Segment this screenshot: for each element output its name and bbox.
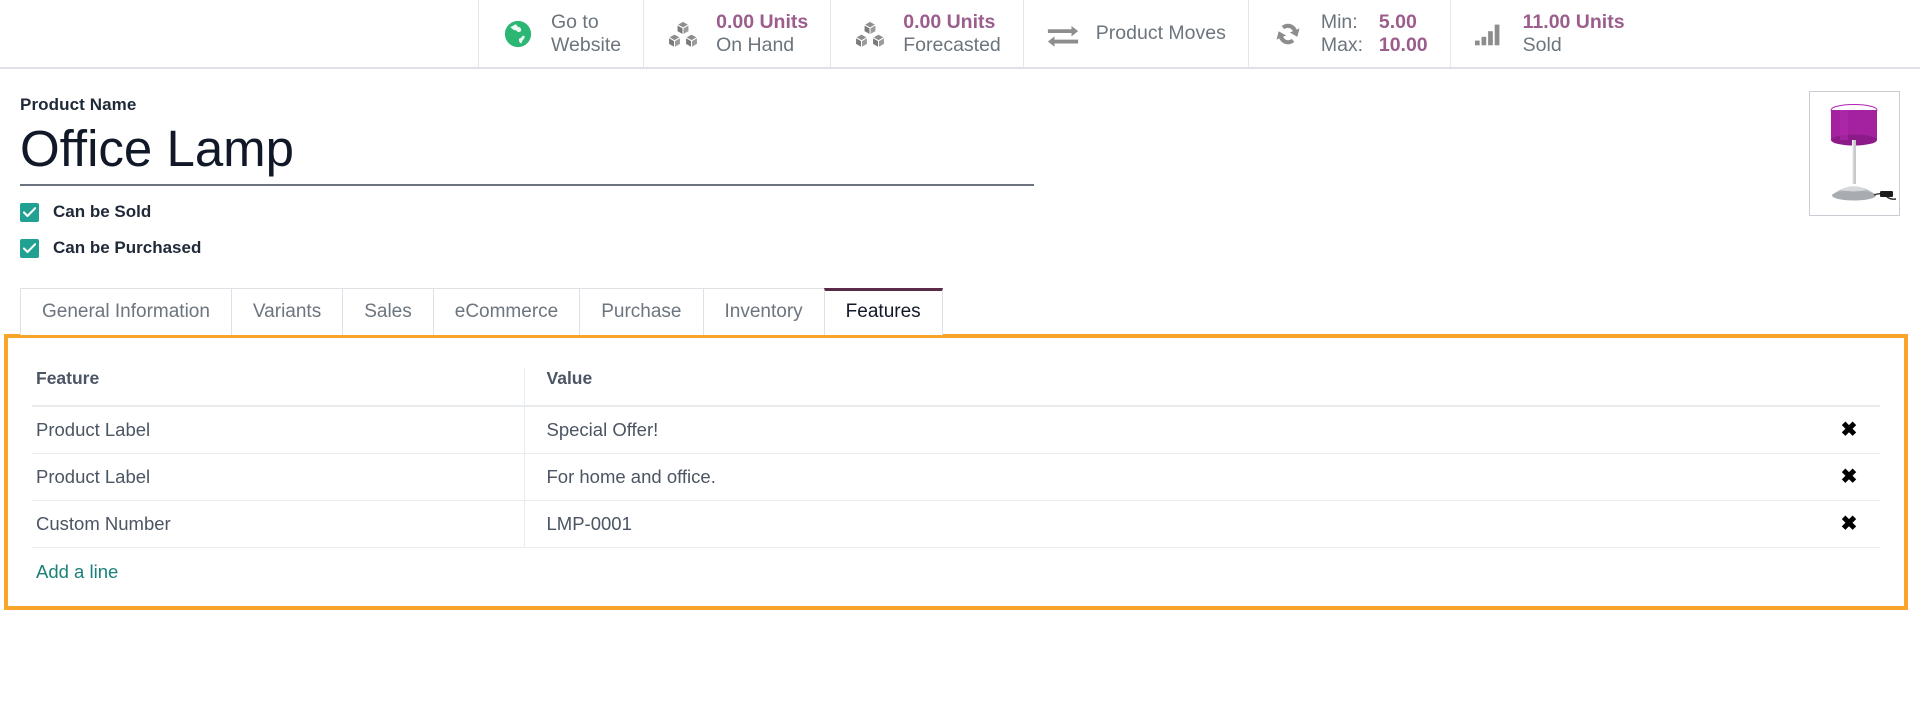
cell-value[interactable]: Special Offer! xyxy=(524,406,1820,455)
stat-button-text: Product Moves xyxy=(1096,22,1226,45)
min-label: Min: xyxy=(1320,10,1358,33)
globe-icon xyxy=(501,17,535,51)
stat-button-forecasted[interactable]: 0.00 Units Forecasted xyxy=(830,0,1023,67)
cell-feature[interactable]: Product Label xyxy=(32,406,525,455)
stat-button-text: Go to Website xyxy=(551,11,621,57)
tab-variants[interactable]: Variants xyxy=(230,288,344,336)
stat-button-units-sold[interactable]: 11.00 Units Sold xyxy=(1449,0,1647,67)
stat-label: On Hand xyxy=(716,33,795,56)
refresh-icon xyxy=(1271,17,1305,51)
stat-button-text: 0.00 Units On Hand xyxy=(716,11,808,57)
form-tabs: General Information Variants Sales eComm… xyxy=(20,288,1900,336)
stat-button-go-to-website[interactable]: Go to Website xyxy=(478,0,644,67)
cell-value[interactable]: For home and office. xyxy=(524,453,1820,502)
product-image[interactable] xyxy=(1809,91,1900,216)
statbar-spacer xyxy=(0,0,478,67)
stat-button-on-hand[interactable]: 0.00 Units On Hand xyxy=(643,0,831,67)
min-row: Min: 5.00 xyxy=(1321,11,1428,34)
features-table: Feature Value Product Label Special Offe… xyxy=(32,368,1880,549)
product-name-label: Product Name xyxy=(20,95,137,114)
delete-row-icon[interactable]: ✖ xyxy=(1841,467,1858,487)
purple-table-lamp-icon xyxy=(1830,104,1897,201)
cell-actions: ✖ xyxy=(1820,406,1880,455)
tab-sales[interactable]: Sales xyxy=(342,288,434,336)
cell-actions: ✖ xyxy=(1820,500,1880,549)
tab-features[interactable]: Features xyxy=(823,288,943,336)
product-name-input[interactable]: Office Lamp xyxy=(20,119,1034,187)
can-be-purchased-row[interactable]: Can be Purchased xyxy=(20,238,1900,258)
stat-line-1: Go to xyxy=(551,10,599,33)
min-max-values: Min: 5.00 Max: 10.00 xyxy=(1321,11,1428,57)
column-header-actions xyxy=(1820,368,1880,408)
boxes-icon xyxy=(666,17,700,51)
stat-label: Sold xyxy=(1522,33,1562,56)
check-icon xyxy=(23,206,36,217)
can-be-sold-label: Can be Sold xyxy=(53,202,152,222)
features-panel-inner: Feature Value Product Label Special Offe… xyxy=(8,338,1904,583)
bar-chart-icon xyxy=(1473,17,1507,51)
stat-value: 0.00 Units xyxy=(903,10,996,33)
exchange-arrows-icon xyxy=(1046,17,1080,51)
product-form-sheet: Product Name Office Lamp Can be Sold Can… xyxy=(0,69,1920,336)
can-be-purchased-checkbox[interactable] xyxy=(20,238,39,258)
stat-button-text: 11.00 Units Sold xyxy=(1523,11,1625,57)
table-row[interactable]: Custom Number LMP-0001 ✖ xyxy=(32,500,1880,549)
max-label: Max: xyxy=(1320,33,1364,56)
delete-row-icon[interactable]: ✖ xyxy=(1841,420,1858,440)
tab-inventory[interactable]: Inventory xyxy=(702,288,825,336)
tab-general-information[interactable]: General Information xyxy=(20,288,232,336)
stat-value: 11.00 Units xyxy=(1522,10,1625,33)
features-panel-highlight: Feature Value Product Label Special Offe… xyxy=(4,334,1908,611)
can-be-sold-row[interactable]: Can be Sold xyxy=(20,202,1900,222)
check-icon xyxy=(23,242,36,253)
stat-label: Product Moves xyxy=(1095,22,1226,44)
stat-button-min-max-reordering-rules[interactable]: Min: 5.00 Max: 10.00 xyxy=(1247,0,1450,67)
table-row[interactable]: Product Label For home and office. ✖ xyxy=(32,453,1880,502)
column-header-feature: Feature xyxy=(32,368,525,408)
stat-button-product-moves[interactable]: Product Moves xyxy=(1022,0,1248,67)
can-be-sold-checkbox[interactable] xyxy=(20,202,39,222)
stat-line-2: Website xyxy=(551,33,622,56)
cell-feature[interactable]: Product Label xyxy=(32,453,525,502)
tab-purchase[interactable]: Purchase xyxy=(579,288,704,336)
stat-button-text: 0.00 Units Forecasted xyxy=(903,11,1001,57)
can-be-purchased-label: Can be Purchased xyxy=(53,238,202,258)
features-table-body: Product Label Special Offer! ✖ Product L… xyxy=(32,406,1880,549)
tab-ecommerce[interactable]: eCommerce xyxy=(432,288,581,336)
add-a-line-link[interactable]: Add a line xyxy=(36,561,118,583)
stat-button-bar: Go to Website 0.00 Units On Hand 0.00 Un… xyxy=(0,0,1920,69)
table-row[interactable]: Product Label Special Offer! ✖ xyxy=(32,406,1880,455)
delete-row-icon[interactable]: ✖ xyxy=(1841,514,1858,534)
stat-value: 0.00 Units xyxy=(716,10,809,33)
max-row: Max: 10.00 xyxy=(1321,34,1428,57)
column-header-value: Value xyxy=(524,368,1820,408)
cell-value[interactable]: LMP-0001 xyxy=(524,500,1820,549)
min-value: 5.00 xyxy=(1378,10,1417,33)
product-name-value: Office Lamp xyxy=(20,120,295,177)
max-value: 10.00 xyxy=(1378,33,1428,56)
boxes-icon xyxy=(853,17,887,51)
cell-actions: ✖ xyxy=(1820,453,1880,502)
stat-label: Forecasted xyxy=(903,33,1001,56)
cell-feature[interactable]: Custom Number xyxy=(32,500,525,549)
features-header-row: Feature Value xyxy=(32,368,1880,408)
features-table-head: Feature Value xyxy=(32,368,1880,408)
